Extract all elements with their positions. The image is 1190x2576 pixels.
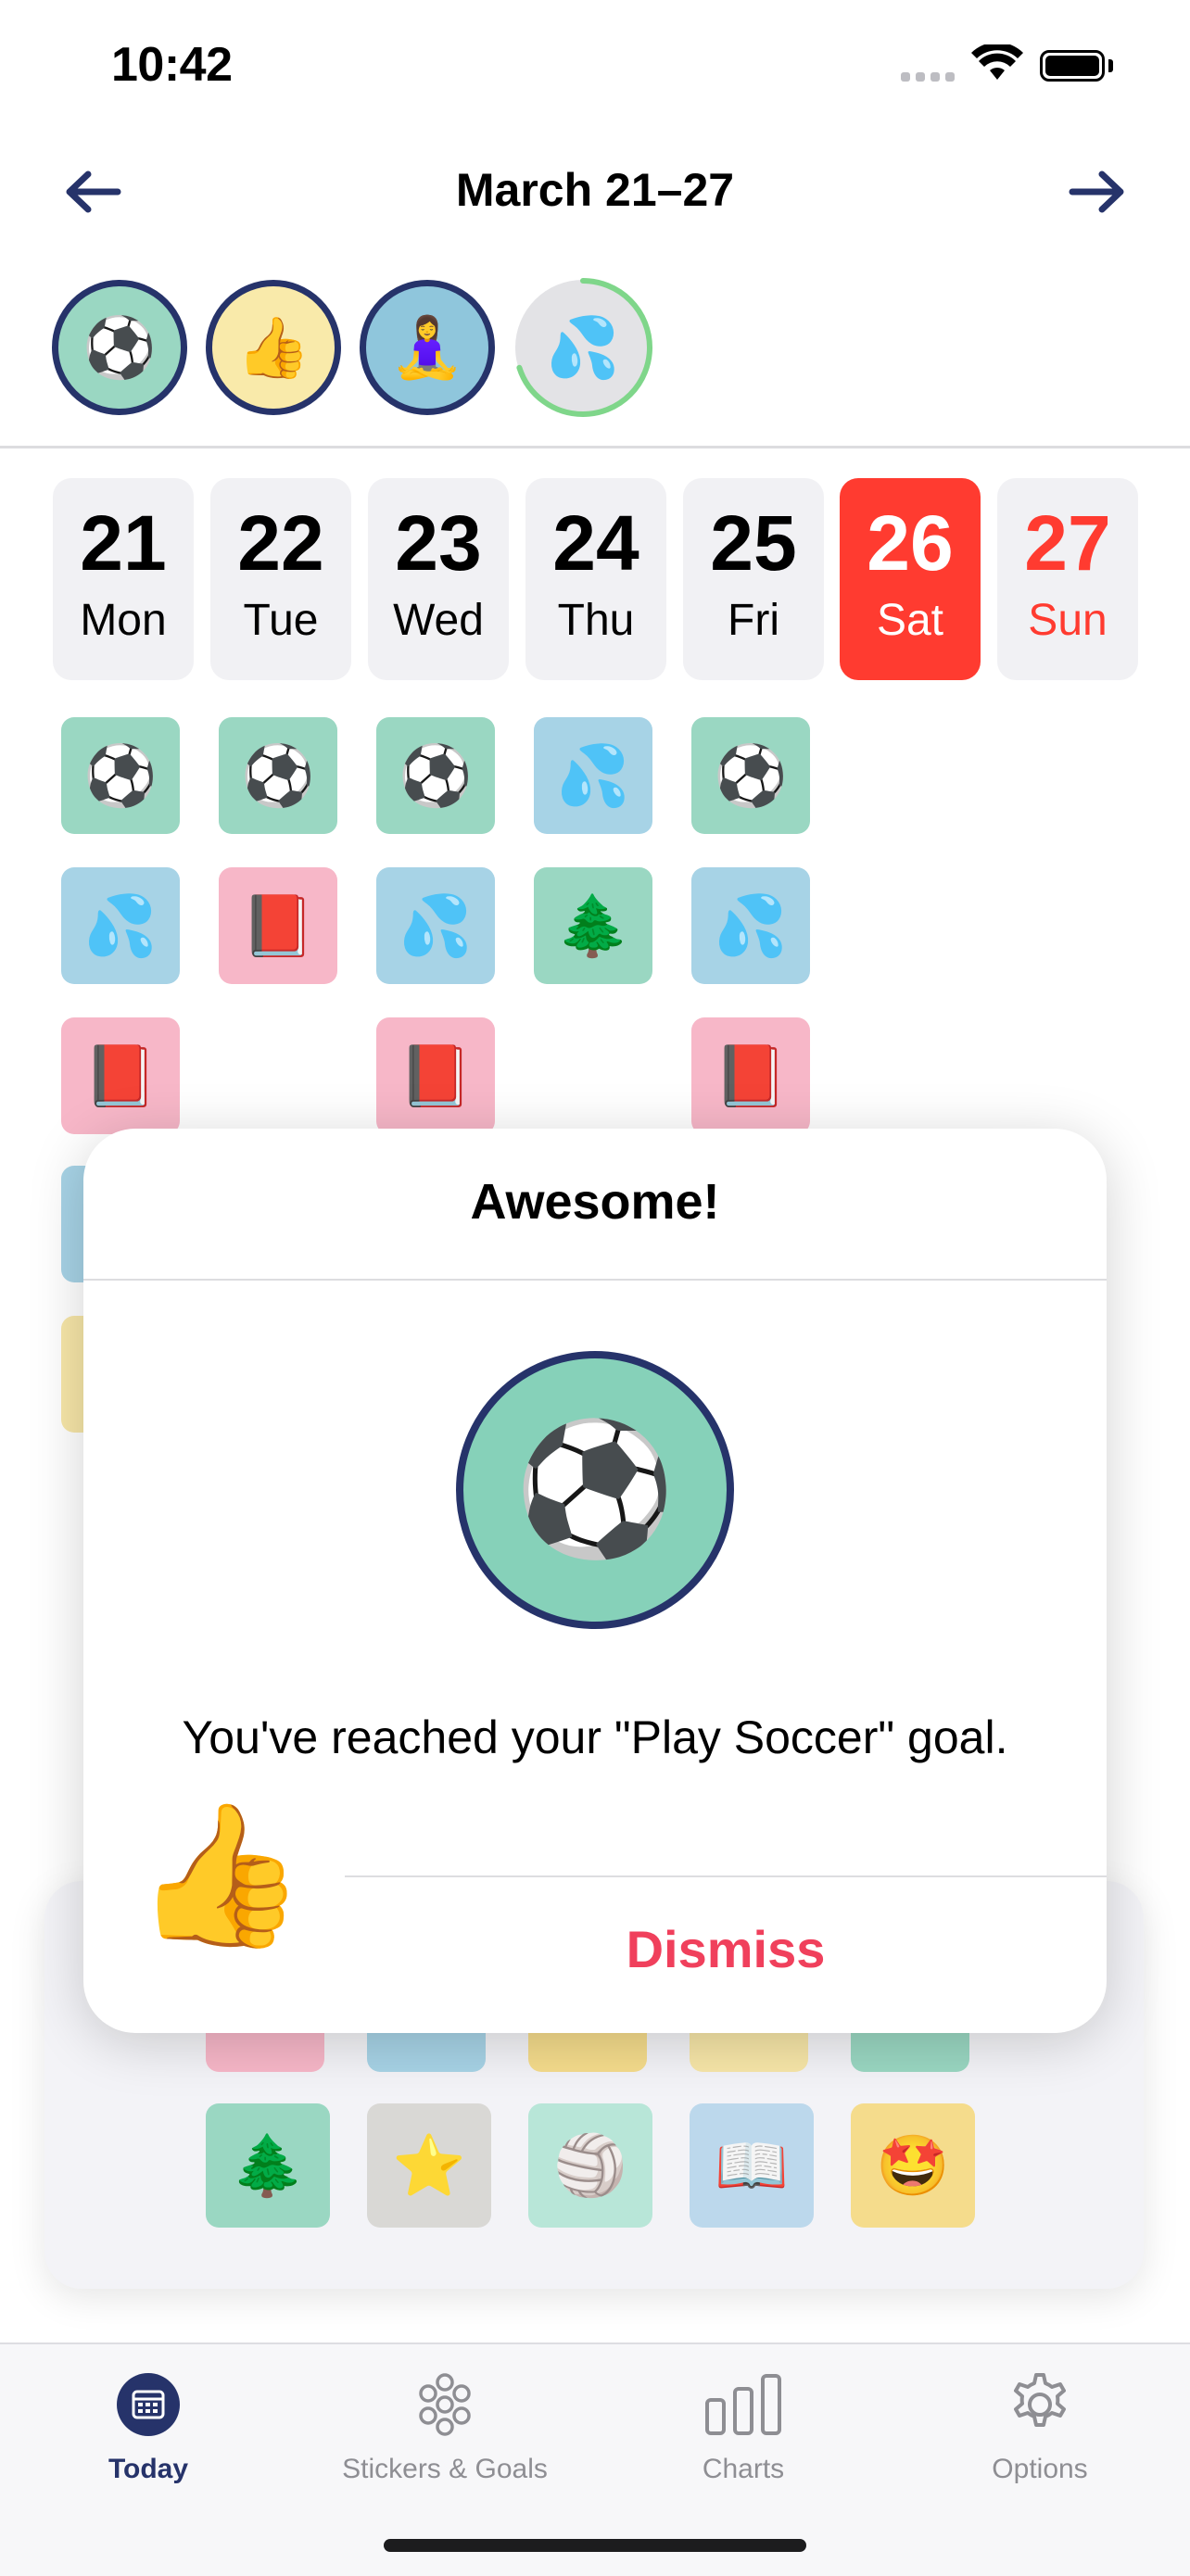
goal-sweat-in-progress[interactable]: 💦 [513,278,652,417]
red-book-icon: 📕 [399,1042,473,1109]
tab-label: Stickers & Goals [342,2454,548,2484]
red-book-icon: 📕 [83,1042,158,1109]
tab-options[interactable]: Options [919,2363,1160,2485]
day-number: 26 [867,499,954,587]
sticker-sweat[interactable]: 💦 [61,867,180,984]
sticker-sweat[interactable]: 💦 [376,867,495,984]
sticker-tree[interactable]: 🌲 [534,867,652,984]
sticker-book[interactable]: 📕 [61,1017,180,1134]
day-number: 24 [552,499,639,587]
sweat-drops-icon: 💦 [399,891,473,959]
sticker-soccer[interactable]: ⚽ [219,717,337,834]
day-mon[interactable]: 21 Mon [53,478,194,680]
day-number: 27 [1024,499,1111,587]
sweat-drops-icon: 💦 [546,313,620,381]
calendar-icon [117,2373,180,2436]
sticker-soccer[interactable]: ⚽ [376,717,495,834]
yoga-icon: 🧘‍♀️ [390,313,464,381]
battery-tip [1108,59,1113,72]
week-title: March 21–27 [455,164,735,216]
thumbs-up-smiley-icon: 👍 [133,1797,307,1952]
sticker-soccer[interactable]: ⚽ [691,717,810,834]
goal-reached-alert: Awesome! ⚽ You've reached your "Play Soc… [83,1129,1107,2033]
day-weekday: Fri [728,596,779,645]
day-weekday: Sun [1028,596,1108,645]
evergreen-tree-icon: 🌲 [556,891,630,959]
goal-yoga[interactable]: 🧘‍♀️ [360,280,495,415]
soccer-ball-icon: ⚽ [513,1416,677,1561]
soccer-ball-icon: ⚽ [714,741,788,809]
header-divider [0,446,1190,448]
wifi-icon [971,42,1023,86]
day-sun[interactable]: 27 Sun [997,478,1138,680]
red-book-icon: 📕 [241,891,315,959]
sweat-drops-icon: 💦 [83,891,158,959]
alert-message: You've reached your "Play Soccer" goal. [182,1711,1008,1763]
bar-chart-icon [705,2374,781,2435]
alert-divider [83,1279,1107,1281]
day-number: 25 [710,499,797,587]
day-number: 21 [80,499,167,587]
dismiss-button[interactable]: Dismiss [345,1898,1107,2000]
picker-sticker-tree[interactable]: 🌲 [206,2103,330,2228]
tab-label: Options [992,2454,1088,2484]
alert-title: Awesome! [470,1174,720,1230]
star-struck-icon: 🤩 [876,2131,950,2199]
sticker-soccer[interactable]: ⚽ [61,717,180,834]
star-icon: ⭐ [392,2131,466,2199]
sweat-drops-icon: 💦 [556,741,630,809]
sweat-drops-icon: 💦 [714,891,788,959]
picker-sticker-volleyball[interactable]: 🏐 [528,2103,652,2228]
day-weekday: Sat [876,596,944,645]
picker-sticker-star[interactable]: ⭐ [367,2103,491,2228]
day-weekday: Tue [243,596,319,645]
day-weekday: Mon [80,596,167,645]
arrow-right-icon [1069,170,1124,213]
day-tue[interactable]: 22 Tue [210,478,351,680]
day-sat-today[interactable]: 26 Sat [840,478,981,680]
next-week-button[interactable] [1060,159,1134,224]
sticker-book[interactable]: 📕 [219,867,337,984]
home-indicator [384,2539,806,2552]
picker-sticker-star-struck[interactable]: 🤩 [851,2103,975,2228]
tab-charts[interactable]: Charts [623,2363,864,2485]
battery-icon [1040,50,1105,82]
picker-sticker-book[interactable]: 📖 [690,2103,814,2228]
sticker-book[interactable]: 📕 [691,1017,810,1134]
alert-divider [345,1875,1107,1877]
sticker-book[interactable]: 📕 [376,1017,495,1134]
flower-grid-icon [419,2373,471,2436]
gear-icon [1014,2373,1066,2427]
day-wed[interactable]: 23 Wed [368,478,509,680]
tab-label: Today [108,2454,189,2484]
soccer-ball-icon: ⚽ [83,741,158,809]
goal-soccer[interactable]: ⚽ [52,280,187,415]
day-fri[interactable]: 25 Fri [683,478,824,680]
sticker-sweat[interactable]: 💦 [534,717,652,834]
tab-today[interactable]: Today [28,2363,269,2485]
red-book-icon: 📕 [714,1042,788,1109]
tab-label: Charts [702,2454,785,2484]
day-thu[interactable]: 24 Thu [525,478,666,680]
day-weekday: Thu [557,596,635,645]
volleyball-icon: 🏐 [553,2131,627,2199]
cellular-signal-icon [901,72,956,83]
sticker-sweat[interactable]: 💦 [691,867,810,984]
soccer-ball-icon: ⚽ [82,313,157,381]
day-weekday: Wed [393,596,484,645]
goal-thumbs-up[interactable]: 👍 [206,280,341,415]
soccer-ball-icon: ⚽ [399,741,473,809]
tab-stickers-goals[interactable]: Stickers & Goals [324,2363,565,2485]
alert-goal-badge: ⚽ [456,1351,734,1629]
day-number: 22 [237,499,324,587]
soccer-ball-icon: ⚽ [241,741,315,809]
evergreen-tree-icon: 🌲 [231,2131,305,2199]
thumbs-up-icon: 👍 [236,313,310,381]
day-number: 23 [395,499,482,587]
status-time: 10:42 [111,38,233,92]
open-book-icon: 📖 [715,2131,789,2199]
